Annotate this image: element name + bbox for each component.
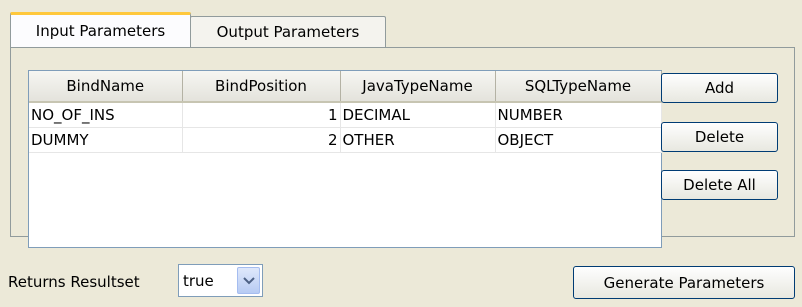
tab-input-parameters[interactable]: Input Parameters [10, 12, 191, 47]
table-row[interactable]: NO_OF_INS 1 DECIMAL NUMBER [29, 102, 662, 128]
cell-bindposition[interactable]: 1 [182, 102, 341, 128]
cell-javatypename[interactable]: DECIMAL [340, 102, 496, 128]
returns-resultset-label: Returns Resultset [8, 273, 140, 291]
cell-bindposition[interactable]: 2 [182, 127, 341, 153]
column-header-javatypename[interactable]: JavaTypeName [340, 71, 496, 103]
tab-strip: Input Parameters Output Parameters [10, 12, 795, 48]
column-header-sqltypename[interactable]: SQLTypeName [495, 71, 662, 103]
cell-sqltypename[interactable]: NUMBER [495, 102, 662, 128]
tab-output-parameters[interactable]: Output Parameters [190, 16, 386, 47]
table-row[interactable]: DUMMY 2 OTHER OBJECT [29, 127, 662, 153]
tab-label: Input Parameters [35, 22, 166, 40]
chevron-down-icon[interactable] [237, 267, 260, 294]
delete-all-button[interactable]: Delete All [661, 170, 778, 200]
cell-bindname[interactable]: NO_OF_INS [29, 102, 183, 128]
add-button[interactable]: Add [661, 73, 778, 103]
delete-button[interactable]: Delete [661, 122, 778, 152]
parameters-table[interactable]: BindName BindPosition JavaTypeName SQLTy… [28, 70, 662, 248]
cell-sqltypename[interactable]: OBJECT [495, 127, 662, 153]
returns-resultset-value: true [183, 271, 214, 290]
tab-label: Output Parameters [216, 23, 360, 41]
generate-parameters-button[interactable]: Generate Parameters [573, 266, 795, 299]
column-header-bindposition[interactable]: BindPosition [182, 71, 341, 103]
column-header-bindname[interactable]: BindName [29, 71, 183, 103]
cell-javatypename[interactable]: OTHER [340, 127, 496, 153]
returns-resultset-select[interactable]: true [178, 264, 263, 297]
cell-bindname[interactable]: DUMMY [29, 127, 183, 153]
table-header-row: BindName BindPosition JavaTypeName SQLTy… [29, 71, 662, 103]
input-parameters-panel: BindName BindPosition JavaTypeName SQLTy… [10, 47, 795, 248]
